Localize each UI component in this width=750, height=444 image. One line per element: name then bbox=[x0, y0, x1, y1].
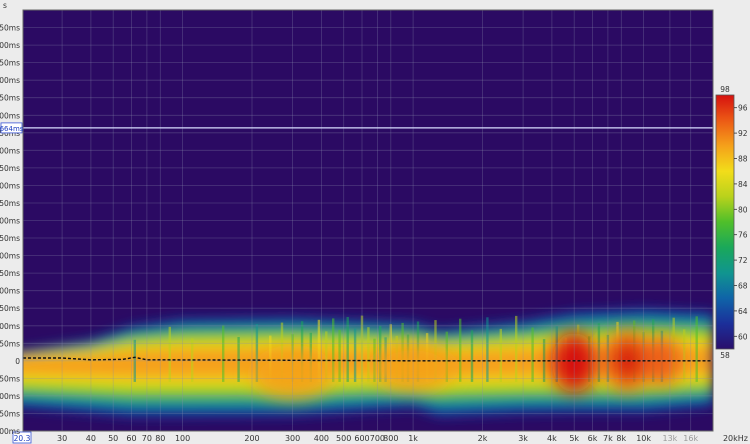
sonogram-streak bbox=[346, 317, 349, 382]
x-tick-label: 600 bbox=[354, 434, 369, 443]
x-tick-label: 1k bbox=[408, 434, 418, 443]
x-tick-label: 2k bbox=[478, 434, 488, 443]
x-tick-label: 500 bbox=[336, 434, 351, 443]
sonogram-streak bbox=[353, 328, 357, 382]
colorbar-top-label: 98 bbox=[720, 85, 730, 94]
y-tick-label: 700ms bbox=[0, 111, 20, 120]
y-tick-label: 850ms bbox=[0, 59, 20, 68]
y-tick-label: 200ms bbox=[0, 287, 20, 296]
y-tick-label: 500ms bbox=[0, 181, 20, 190]
y-tick-label: 800ms bbox=[0, 76, 20, 85]
x-end-label: 20kHz bbox=[723, 434, 748, 443]
x-tick-label: 6k bbox=[588, 434, 598, 443]
colorbar-tick-label: 72 bbox=[738, 256, 748, 265]
colorbar-tick-label: 76 bbox=[738, 231, 748, 240]
y-tick-label: 150ms bbox=[0, 304, 20, 313]
y-tick-label: 950ms bbox=[0, 24, 20, 33]
x-tick-label: 4k bbox=[547, 434, 557, 443]
x-tick-label: 5k bbox=[569, 434, 579, 443]
y-tick-label: 600ms bbox=[0, 146, 20, 155]
x-tick-label: 50 bbox=[108, 434, 118, 443]
sonogram-streak bbox=[459, 318, 462, 382]
x-tick-label: 100 bbox=[175, 434, 190, 443]
sonogram-streak bbox=[683, 329, 686, 382]
colorbar-bottom-label: 58 bbox=[720, 351, 730, 360]
colorbar bbox=[715, 94, 735, 350]
sonogram-streak bbox=[531, 327, 534, 382]
sonogram-streak bbox=[597, 323, 601, 382]
x-tick-label: 80 bbox=[155, 434, 165, 443]
sonogram-streak bbox=[470, 330, 474, 382]
sonogram-streak bbox=[168, 326, 171, 382]
x-tick-label: 40 bbox=[86, 434, 96, 443]
colorbar-tick-label: 68 bbox=[738, 282, 748, 291]
sonogram-chart: 30 40 50 60 70 80 100 200 300 400 500 600 700800 1k 2k… bbox=[0, 0, 750, 444]
colorbar-tick-label: 60 bbox=[738, 332, 748, 341]
x-tick-label: 200 bbox=[244, 434, 259, 443]
y-tick-label: -150ms bbox=[0, 410, 20, 419]
y-tick-label: 900ms bbox=[0, 41, 20, 50]
sonogram-streak bbox=[222, 325, 225, 382]
x-tick-label: 800 bbox=[383, 434, 398, 443]
y-tick-label: 0 bbox=[15, 357, 20, 366]
y-tick-label: 100ms bbox=[0, 322, 20, 331]
y-tick-label: 50ms bbox=[0, 339, 20, 348]
sonogram-streak bbox=[338, 330, 341, 382]
y-unit-label: s bbox=[3, 1, 7, 10]
colorbar-tick-label: 96 bbox=[738, 104, 748, 113]
x-tick-label: 300 bbox=[285, 434, 300, 443]
y-tick-label: 250ms bbox=[0, 269, 20, 278]
x-tick-label: 7k bbox=[603, 434, 613, 443]
y-tick-label: 450ms bbox=[0, 199, 20, 208]
x-tick-label: 10k bbox=[636, 434, 651, 443]
colorbar-tick-label: 84 bbox=[738, 180, 748, 189]
y-tick-label: -100ms bbox=[0, 392, 20, 401]
x-tick-label: 8k bbox=[616, 434, 626, 443]
x-tick-label: 16k bbox=[683, 434, 698, 443]
marker-label: 664ms bbox=[0, 125, 24, 133]
sonogram-streak bbox=[486, 317, 489, 382]
y-tick-label: 550ms bbox=[0, 164, 20, 173]
x-tick-label: 400 bbox=[314, 434, 329, 443]
x-tick-label: 3k bbox=[518, 434, 528, 443]
x-tick-label: 13k bbox=[662, 434, 677, 443]
sonogram-streak bbox=[499, 328, 502, 382]
x-tick-label: 30 bbox=[57, 434, 67, 443]
colorbar-tick-label: 80 bbox=[738, 205, 748, 214]
y-tick-label: 350ms bbox=[0, 234, 20, 243]
colorbar-tick-label: 92 bbox=[738, 129, 748, 138]
y-tick-label: 300ms bbox=[0, 252, 20, 261]
y-tick-label: -200ms bbox=[0, 427, 20, 436]
colorbar-tick-label: 88 bbox=[738, 155, 748, 164]
sonogram-streak bbox=[367, 327, 370, 382]
x-tick-label: 60 bbox=[126, 434, 136, 443]
y-tick-label: -50ms bbox=[0, 374, 20, 383]
colorbar-tick-label: 64 bbox=[738, 307, 748, 316]
y-tick-label: 750ms bbox=[0, 94, 20, 103]
y-tick-label: 400ms bbox=[0, 217, 20, 226]
x-tick-label: 70 bbox=[142, 434, 152, 443]
